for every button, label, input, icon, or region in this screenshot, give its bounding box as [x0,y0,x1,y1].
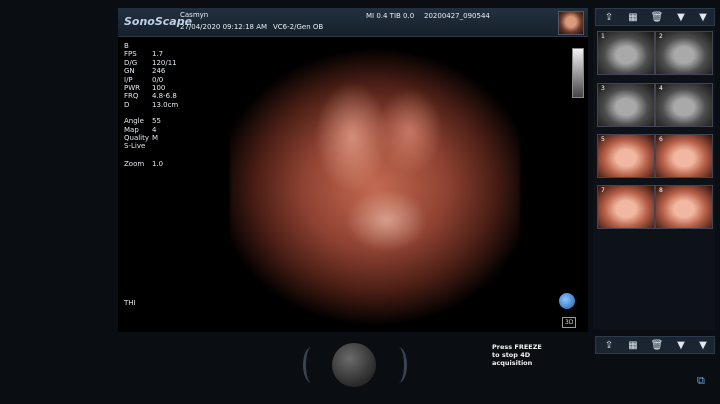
probe-preset: VC6-2/Gen OB [273,23,324,31]
exam-datetime: 27/04/2020 09:12:18 AM [180,23,268,31]
param-row: D 13.0cm [124,100,179,109]
study-id: 20200427_090544 [424,12,490,20]
thumbnail-4[interactable]: 4 [655,83,713,127]
param-row: Quality M [124,134,159,143]
param-row: GN 246 [124,67,166,76]
thi-label: THI [124,299,136,307]
header-bar: SonoScape Casmyn 27/04/2020 09:12:18 AM … [118,8,588,37]
orientation-icon[interactable] [559,293,575,309]
patient-name: Casmyn [180,11,209,19]
3d-render-view[interactable] [230,48,520,326]
thumbnail-3[interactable]: 3 [597,83,655,127]
slive-label: S-Live [124,142,146,151]
wheel-left-arc [303,347,320,383]
mode-label: B [124,42,129,50]
param-row: I/P 0/0 [124,75,164,84]
thumbnail-5[interactable]: 5 [597,134,655,178]
param-row: Angle 55 [124,117,161,126]
param-row: FPS 1.7 [124,50,164,59]
trash-icon[interactable]: 🗑 [646,9,668,25]
param-row: FRQ 4.8-6.8 [124,92,177,101]
param-row: D/G 120/11 [124,58,177,67]
thumbnail-6[interactable]: 6 [655,134,713,178]
3d-badge[interactable]: 3D [562,317,577,328]
fetus-icon [558,11,584,35]
grid-icon[interactable]: ▦ [622,9,644,25]
imaging-parameters: B FPS 1.7 D/G 120/11 GN 246 I/P 0/0 PWR 100 F… [124,42,178,151]
trackball-control[interactable] [332,343,376,387]
thumbnail-panel: ⇪ ▦ 🗑 ▼ ▼ 1 2 3 4 5 6 7 8 [593,8,715,330]
param-row: Map 4 [124,125,157,134]
thumbnail-2[interactable]: 2 [655,31,713,75]
zoom-readout: Zoom 1.0 [124,160,164,168]
export-icon[interactable]: ⇪ [598,9,620,25]
thumbnail-1[interactable]: 1 [597,31,655,75]
param-row: PWR 100 [124,84,166,93]
freeze-message: Press FREEZE to stop 4D acquisition [492,343,542,367]
screen-capture-icon[interactable]: ⧉ [697,374,705,388]
thumbnail-7[interactable]: 7 [597,185,655,229]
grayscale-bar [572,48,584,98]
mi-tib-readout: MI 0.4 TIB 0.0 [366,12,415,20]
arrow-down-icon[interactable]: ▼ [670,9,692,25]
wheel-right-arc [390,347,407,383]
arrow-down-icon[interactable]: ▼ [692,9,714,25]
thumbnail-toolbar: ⇪ ▦ 🗑 ▼ ▼ [595,8,715,26]
thumbnail-8[interactable]: 8 [655,185,713,229]
